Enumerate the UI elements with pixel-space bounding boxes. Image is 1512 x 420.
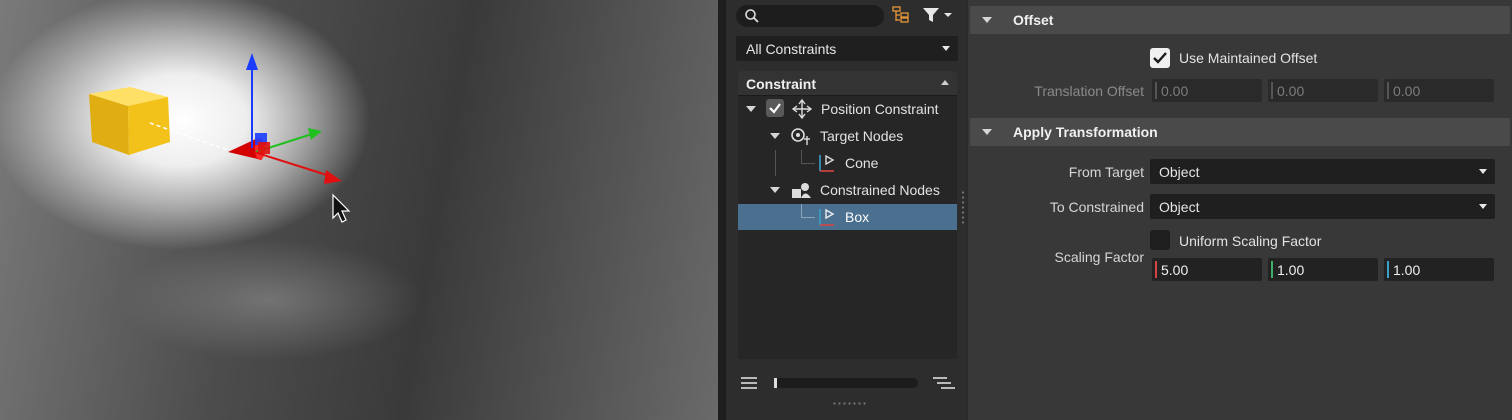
- tree-header-label: Constraint: [746, 76, 816, 92]
- search-input[interactable]: [736, 5, 884, 27]
- filter-dropdown-value: All Constraints: [746, 41, 837, 57]
- tree-item-label: Cone: [845, 155, 879, 171]
- tree-item-label: Target Nodes: [820, 128, 904, 144]
- checkmark-icon: [769, 103, 781, 114]
- viewport-3d[interactable]: [0, 0, 718, 420]
- tree-item-target-nodes[interactable]: Target Nodes: [738, 123, 957, 149]
- scaling-factor-y[interactable]: 1.00: [1268, 258, 1378, 281]
- attribute-editor: Offset Use Maintained Offset Translation…: [968, 0, 1512, 420]
- tree-item-constrained-nodes[interactable]: Constrained Nodes: [738, 177, 957, 203]
- section-apply-transformation-header[interactable]: Apply Transformation: [970, 118, 1510, 146]
- checkmark-icon: [1153, 52, 1167, 64]
- filter-icon[interactable]: [922, 6, 958, 24]
- transform-gizmo[interactable]: [246, 53, 342, 184]
- constrained-nodes-icon: [792, 183, 811, 198]
- from-target-dropdown[interactable]: Object: [1150, 159, 1495, 184]
- chevron-down-icon: [1479, 203, 1487, 209]
- outliner-view-icon[interactable]: [892, 6, 910, 24]
- scene-graphics: [89, 53, 351, 223]
- collapse-arrow-icon[interactable]: [982, 17, 992, 23]
- sort-up-icon[interactable]: [941, 80, 949, 85]
- panel-splitter[interactable]: [718, 0, 726, 420]
- resize-grip-horizontal[interactable]: [832, 402, 866, 405]
- constraint-filter-dropdown[interactable]: All Constraints: [736, 36, 958, 61]
- enable-checkbox[interactable]: [766, 99, 784, 117]
- box-object[interactable]: [89, 87, 170, 155]
- tree-item-position-constraint[interactable]: Position Constraint: [738, 96, 957, 122]
- to-constrained-value: Object: [1159, 199, 1200, 215]
- search-icon: [745, 9, 759, 23]
- scaling-factor-x[interactable]: 5.00: [1152, 258, 1262, 281]
- expand-arrow-icon[interactable]: [770, 133, 780, 139]
- tree-header[interactable]: Constraint: [738, 71, 957, 96]
- chevron-down-icon: [942, 45, 950, 51]
- section-offset-header[interactable]: Offset: [970, 6, 1510, 34]
- indent-list-icon[interactable]: [932, 375, 956, 391]
- from-target-label: From Target: [1068, 164, 1144, 180]
- scaling-factor-label: Scaling Factor: [1054, 249, 1144, 265]
- chevron-down-icon: [1479, 168, 1487, 174]
- translation-offset-label: Translation Offset: [1034, 83, 1144, 99]
- zoom-slider[interactable]: [774, 378, 918, 388]
- collapse-arrow-icon[interactable]: [982, 129, 992, 135]
- node-icon: [819, 208, 835, 226]
- use-maintained-offset-label: Use Maintained Offset: [1179, 50, 1318, 66]
- translation-offset-z: 0.00: [1384, 79, 1494, 102]
- uniform-scaling-factor-checkbox[interactable]: [1150, 230, 1170, 250]
- tree-item-label: Position Constraint: [821, 101, 939, 117]
- list-icon[interactable]: [740, 375, 758, 391]
- to-constrained-label: To Constrained: [1049, 199, 1144, 215]
- move-icon: [792, 99, 812, 119]
- expand-arrow-icon[interactable]: [746, 106, 756, 112]
- from-target-value: Object: [1159, 164, 1200, 180]
- section-title: Offset: [1013, 12, 1054, 28]
- translation-offset-x: 0.00: [1152, 79, 1262, 102]
- resize-grip-vertical[interactable]: [961, 190, 965, 224]
- outliner-footer: [736, 372, 958, 394]
- to-constrained-dropdown[interactable]: Object: [1150, 194, 1495, 219]
- expand-arrow-icon[interactable]: [770, 187, 780, 193]
- translation-offset-y: 0.00: [1268, 79, 1378, 102]
- constraint-tree: Constraint Position Constraint Target No…: [738, 71, 957, 359]
- node-icon: [819, 154, 835, 172]
- use-maintained-offset-checkbox[interactable]: [1150, 48, 1170, 68]
- tree-item-label: Box: [845, 209, 870, 225]
- target-nodes-icon: [791, 128, 810, 145]
- mouse-cursor: [332, 193, 351, 223]
- uniform-scaling-factor-label: Uniform Scaling Factor: [1179, 233, 1322, 249]
- tree-item-label: Constrained Nodes: [820, 182, 940, 198]
- scaling-factor-z[interactable]: 1.00: [1384, 258, 1494, 281]
- slider-thumb[interactable]: [774, 378, 777, 388]
- tree-item-box[interactable]: Box: [738, 204, 957, 230]
- tree-item-cone[interactable]: Cone: [738, 150, 957, 176]
- section-title: Apply Transformation: [1013, 124, 1158, 140]
- constraint-outliner: All Constraints Constraint Position Cons…: [726, 0, 966, 420]
